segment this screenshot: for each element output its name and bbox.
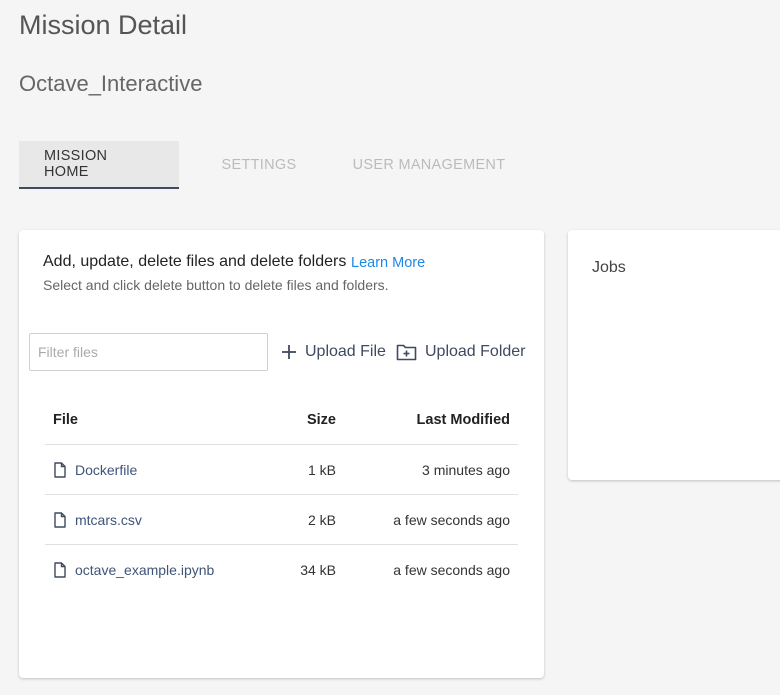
upload-folder-button[interactable]: Upload Folder: [396, 338, 526, 366]
file-modified: 3 minutes ago: [422, 461, 510, 478]
file-modified: a few seconds ago: [393, 511, 510, 528]
tab-user-management[interactable]: USER MANAGEMENT: [339, 141, 519, 189]
file-name-link[interactable]: mtcars.csv: [75, 512, 142, 528]
upload-file-label: Upload File: [305, 343, 386, 360]
file-size: 2 kB: [307, 511, 336, 528]
filter-files-input[interactable]: [29, 333, 268, 371]
tab-mission-home[interactable]: MISSION HOME: [19, 141, 179, 189]
file-icon: [54, 461, 66, 478]
column-header-file[interactable]: File: [45, 412, 245, 428]
files-card: Add, update, delete files and delete fol…: [19, 230, 544, 678]
file-name-link[interactable]: Dockerfile: [75, 462, 137, 478]
file-size: 1 kB: [307, 461, 336, 478]
jobs-title: Jobs: [592, 259, 626, 276]
plus-icon: [281, 344, 297, 360]
mission-name: Octave_Interactive: [19, 71, 203, 96]
jobs-card: Jobs: [568, 230, 780, 480]
files-table: File Size Last Modified Dockerfile 1 kB …: [45, 395, 518, 595]
table-row[interactable]: octave_example.ipynb 34 kB a few seconds…: [45, 545, 518, 595]
learn-more-link[interactable]: Learn More: [351, 255, 425, 271]
column-header-last-modified[interactable]: Last Modified: [336, 412, 510, 428]
column-header-size[interactable]: Size: [245, 412, 336, 428]
files-card-subheading: Select and click delete button to delete…: [43, 277, 389, 293]
upload-file-button[interactable]: Upload File: [281, 338, 386, 366]
table-header-row: File Size Last Modified: [45, 395, 518, 445]
table-row[interactable]: Dockerfile 1 kB 3 minutes ago: [45, 445, 518, 495]
file-icon: [54, 562, 66, 578]
upload-folder-label: Upload Folder: [425, 343, 526, 360]
tab-bar: MISSION HOME SETTINGS USER MANAGEMENT: [19, 141, 519, 189]
tab-settings[interactable]: SETTINGS: [179, 141, 339, 189]
files-card-heading: Add, update, delete files and delete fol…: [43, 253, 347, 270]
folder-plus-icon: [396, 343, 417, 361]
file-size: 34 kB: [300, 562, 336, 578]
file-modified: a few seconds ago: [393, 562, 510, 578]
table-row[interactable]: mtcars.csv 2 kB a few seconds ago: [45, 495, 518, 545]
page-title: Mission Detail: [19, 10, 188, 40]
file-icon: [54, 511, 66, 528]
file-name-link[interactable]: octave_example.ipynb: [75, 562, 214, 578]
